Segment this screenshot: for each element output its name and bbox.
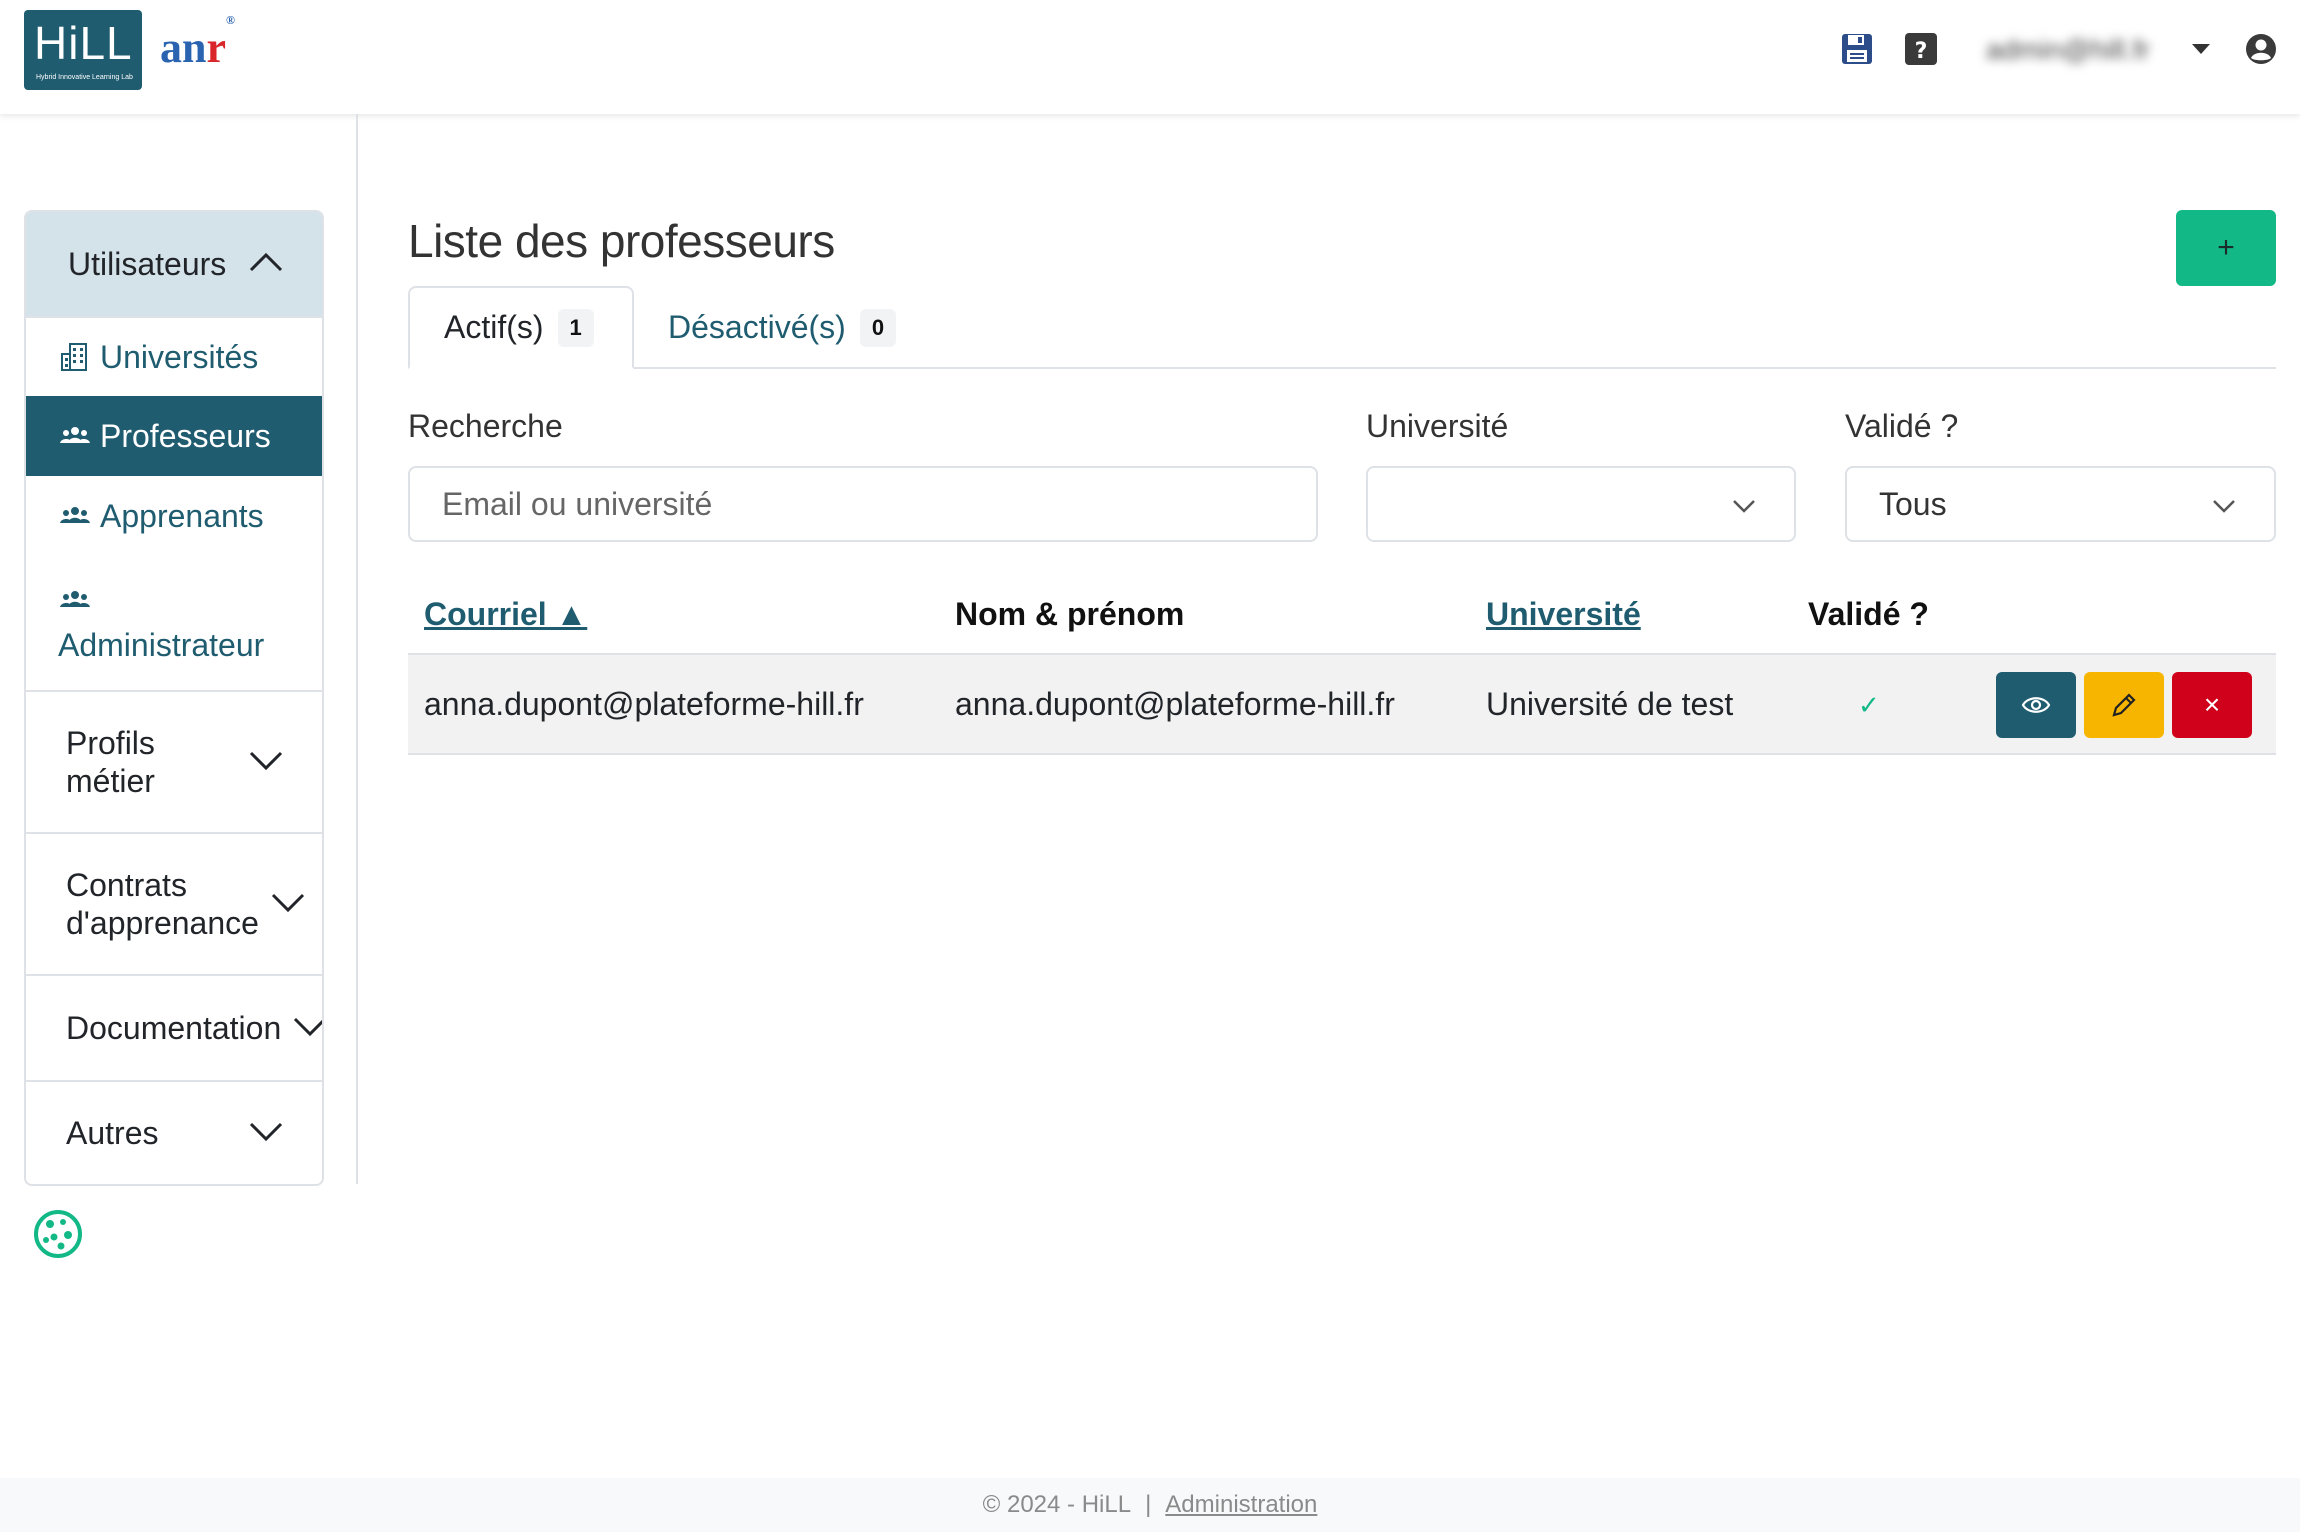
anr-logo-an: an <box>160 23 207 72</box>
tab-label: Désactivé(s) <box>668 309 846 345</box>
validated-select-value: Tous <box>1879 485 1947 522</box>
chevron-down-icon <box>249 1122 283 1142</box>
tab-actifs[interactable]: Actif(s) 1 <box>408 286 634 369</box>
accordion-profils-metier[interactable]: Profils métier <box>26 690 322 832</box>
help-icon[interactable]: ? <box>1904 32 1938 66</box>
validated-filter-label: Validé ? <box>1845 408 1959 444</box>
user-menu-caret-icon[interactable] <box>2192 44 2210 54</box>
accordion-label-line1: Contrats <box>66 867 187 903</box>
anr-logo[interactable]: anr® <box>160 13 235 73</box>
count-badge: 0 <box>859 308 897 347</box>
search-label: Recherche <box>408 408 563 444</box>
user-email[interactable]: admin@hill.fr <box>1986 34 2176 66</box>
column-header-valide: Validé ? <box>1808 596 1929 632</box>
university-filter-label: Université <box>1366 408 1509 444</box>
sidebar-item-label: Universités <box>100 338 259 375</box>
footer: © 2024 - HiLL | Administration <box>0 1478 2300 1532</box>
cookie-settings-icon[interactable] <box>32 1208 84 1260</box>
column-header-nom: Nom & prénom <box>955 596 1185 632</box>
accordion-contrats[interactable]: Contrats d'apprenance <box>26 832 322 974</box>
users-icon <box>60 590 90 607</box>
column-header-courriel[interactable]: Courriel ▲ <box>424 596 587 633</box>
accordion-label-line1: Documentation <box>66 1010 282 1046</box>
accordion-autres[interactable]: Autres <box>26 1080 322 1184</box>
hill-logo-text: HiLL <box>34 17 133 69</box>
cell-email: anna.dupont@plateforme-hill.fr <box>424 686 864 722</box>
cell-university: Université de test <box>1486 686 1734 722</box>
svg-text:?: ? <box>1915 39 1928 64</box>
accordion-utilisateurs-label: Utilisateurs <box>68 245 227 282</box>
anr-logo-mark: ® <box>226 13 235 28</box>
view-button[interactable] <box>1996 672 2076 738</box>
sidebar: Utilisateurs Universités Professeurs App… <box>24 210 324 1186</box>
accordion-utilisateurs[interactable]: Utilisateurs <box>26 212 322 316</box>
sidebar-item-label: Apprenants <box>100 497 264 534</box>
validated-check-icon: ✓ <box>1858 690 1880 720</box>
sidebar-item-administrateur[interactable]: Administrateur <box>26 556 322 690</box>
search-placeholder: Email ou université <box>442 485 713 522</box>
count-badge: 1 <box>557 308 594 347</box>
chevron-down-icon <box>293 1017 322 1037</box>
column-header-universite[interactable]: Université <box>1486 596 1641 633</box>
university-select[interactable] <box>1366 466 1796 542</box>
footer-admin-link[interactable]: Administration <box>1165 1491 1317 1518</box>
tab-label: Actif(s) <box>444 309 544 345</box>
eye-icon <box>2021 697 2051 713</box>
footer-separator: | <box>1145 1491 1152 1518</box>
chevron-down-icon <box>1733 500 1755 513</box>
sidebar-item-professeurs[interactable]: Professeurs <box>26 396 322 476</box>
chevron-down-icon <box>249 751 283 771</box>
pencil-icon <box>2112 693 2136 717</box>
edit-button[interactable] <box>2084 672 2164 738</box>
users-icon <box>60 427 90 443</box>
anr-logo-r: r <box>206 23 227 72</box>
account-icon[interactable] <box>2244 32 2278 66</box>
chevron-down-icon <box>2213 500 2235 513</box>
sidebar-divider <box>356 114 358 1184</box>
add-professor-button[interactable]: + <box>2176 210 2276 286</box>
cell-name: anna.dupont@plateforme-hill.fr <box>955 686 1395 722</box>
footer-copyright: © 2024 - HiLL <box>982 1491 1132 1518</box>
chevron-up-icon <box>249 252 283 272</box>
accordion-documentation[interactable]: Documentation <box>26 974 322 1080</box>
accordion-label-line1: Profils <box>66 725 155 761</box>
hill-logo[interactable]: HiLL Hybrid Innovative Learning Lab <box>24 10 142 90</box>
delete-button[interactable]: × <box>2172 672 2252 738</box>
search-input[interactable]: Email ou université <box>408 466 1318 542</box>
building-icon <box>61 343 87 371</box>
accordion-label-line2: d'apprenance <box>66 905 259 941</box>
chevron-down-icon <box>271 893 305 913</box>
sidebar-item-universites[interactable]: Universités <box>26 316 322 396</box>
sidebar-item-label: Professeurs <box>100 417 271 454</box>
save-icon[interactable] <box>1840 32 1874 66</box>
accordion-label-line2: métier <box>66 763 155 799</box>
page-title: Liste des professeurs <box>408 215 835 267</box>
hill-logo-subtitle: Hybrid Innovative Learning Lab <box>36 74 133 81</box>
users-icon <box>60 507 90 523</box>
close-icon: × <box>2203 689 2221 720</box>
accordion-label-line1: Autres <box>66 1115 159 1151</box>
sidebar-item-apprenants[interactable]: Apprenants <box>26 476 322 556</box>
top-navbar: HiLL Hybrid Innovative Learning Lab anr®… <box>0 0 2300 114</box>
tab-desactives[interactable]: Désactivé(s) 0 <box>634 286 934 369</box>
validated-select[interactable]: Tous <box>1845 466 2276 542</box>
sidebar-item-label: Administrateur <box>58 626 265 663</box>
